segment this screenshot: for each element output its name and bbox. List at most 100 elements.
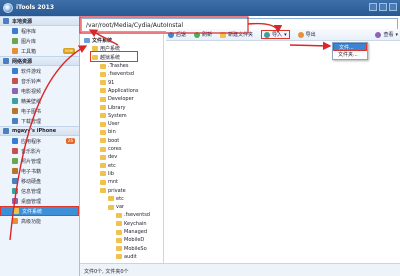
tree-folder[interactable]: MobileSo — [116, 245, 147, 253]
sidebar-item-network[interactable]: 下载管理 — [0, 116, 79, 126]
toolbar: 后退 刷新 新建文件夹 导入 ▾ 导出 查看 ▾ — [166, 29, 400, 41]
tree-folder[interactable]: .fseventsd — [116, 211, 150, 219]
device-header[interactable]: mgayy's iPhone — [0, 126, 79, 136]
network-resources-icon — [3, 58, 9, 64]
status-text: 文件0个, 文件夹0个 — [84, 269, 129, 275]
tree-folder[interactable]: .fseventsd — [100, 70, 134, 78]
sidebar-item-device[interactable]: 照片管理 — [0, 156, 79, 166]
sidebar-item-network[interactable]: 音乐铃声 — [0, 76, 79, 86]
minimize-button[interactable] — [369, 3, 377, 11]
sidebar-item-local[interactable]: 程序库 — [0, 26, 79, 36]
tree-folder[interactable]: User — [100, 120, 119, 128]
new-folder-icon — [220, 31, 227, 38]
sidebar-item-device[interactable]: 信息管理 — [0, 186, 79, 196]
tree-folder[interactable]: etc — [108, 195, 124, 203]
iphone-icon — [3, 128, 9, 134]
tree-folder[interactable]: .Trashes — [100, 62, 128, 70]
network-resources-label: 网络资源 — [12, 58, 33, 65]
tree-folder[interactable]: etc — [100, 162, 116, 170]
local-resources-label: 本地资源 — [12, 18, 33, 25]
sidebar-item-device[interactable]: 桌面管理 — [0, 196, 79, 206]
menu-import-file[interactable]: 文件... — [333, 43, 367, 51]
tree-folder[interactable]: 91 — [100, 79, 114, 87]
file-system-tree: 文件系统 用户系统 越狱系统 .Trashes .fseventsd 91 Appli… — [80, 34, 164, 264]
sidebar-item-device[interactable]: 高级功能 — [0, 216, 79, 226]
sidebar-item-network[interactable]: 电影视频 — [0, 86, 79, 96]
tree-folder[interactable]: MobileD — [116, 236, 144, 244]
tree-folder[interactable]: Keychain — [116, 220, 147, 228]
tree-folder[interactable]: Applications — [100, 87, 139, 95]
tree-root[interactable]: 文件系统 — [84, 36, 112, 44]
sidebar-item-network[interactable]: 电子图书 — [0, 106, 79, 116]
local-resources-icon — [3, 18, 9, 24]
tree-folder[interactable]: boot — [100, 137, 119, 145]
sidebar-item-label: 下载管理 — [21, 118, 42, 125]
network-resources-header[interactable]: 网络资源 — [0, 56, 79, 66]
local-icon — [12, 28, 18, 34]
tree-folder-label: .fseventsd — [108, 71, 134, 78]
folder-icon — [100, 63, 106, 69]
tree-folder[interactable]: private — [100, 187, 126, 195]
menu-import-folder[interactable]: 文件夹... — [333, 51, 367, 59]
device-icon — [12, 188, 18, 194]
tree-folder[interactable]: var — [108, 203, 124, 211]
tree-folder[interactable]: cores — [100, 145, 121, 153]
device-icon — [13, 208, 19, 214]
sidebar-item-device[interactable]: 音乐影片 — [0, 146, 79, 156]
sidebar-item-network[interactable]: 软件游戏 — [0, 66, 79, 76]
folder-icon — [100, 163, 106, 169]
view-button[interactable]: 查看 ▾ — [375, 31, 398, 38]
folder-icon — [100, 80, 106, 86]
local-resources-header[interactable]: 本地资源 — [0, 16, 79, 26]
tree-folder-label: audit — [124, 253, 137, 260]
maximize-button[interactable] — [379, 3, 387, 11]
refresh-button[interactable]: 刷新 — [194, 31, 212, 38]
folder-icon — [116, 246, 122, 252]
close-button[interactable] — [389, 3, 397, 11]
folder-icon — [116, 221, 122, 227]
tree-folder[interactable]: dev — [100, 153, 117, 161]
sidebar-item-label: 照片管理 — [21, 158, 42, 165]
sidebar-item-network[interactable]: 精美壁纸 — [0, 96, 79, 106]
sidebar-item-local[interactable]: 图片库 — [0, 36, 79, 46]
back-arrow-icon — [168, 31, 174, 38]
tree-folder-label: Developer — [108, 96, 134, 103]
tree-folder[interactable]: bin — [100, 128, 116, 136]
sidebar-item-device[interactable]: 文件系统 — [0, 206, 79, 216]
tree-folder[interactable]: Library — [100, 104, 125, 112]
export-label: 导出 — [305, 32, 316, 38]
sidebar-item-device[interactable]: 移动硬盘 — [0, 176, 79, 186]
sidebar-item-label: 桌面管理 — [21, 198, 42, 205]
file-list[interactable] — [166, 42, 400, 248]
folder-icon — [84, 37, 90, 43]
device-icon — [12, 198, 18, 204]
view-icon — [375, 31, 382, 38]
sidebar-item-device[interactable]: 电子书籍 — [0, 166, 79, 176]
refresh-label: 刷新 — [202, 32, 213, 38]
folder-icon — [100, 171, 106, 177]
sidebar-item-device[interactable]: 应用程序 26 — [0, 136, 79, 146]
sidebar-item-badge: new — [62, 48, 75, 54]
tree-folder[interactable]: System — [100, 112, 127, 120]
sidebar-item-label: 信息管理 — [21, 188, 42, 195]
tree-folder[interactable]: lib — [100, 170, 114, 178]
tree-folder-label: MobileSo — [124, 245, 147, 252]
tree-folder[interactable]: Managed — [116, 228, 147, 236]
folder-icon — [116, 237, 122, 243]
sidebar-item-label: 移动硬盘 — [21, 178, 42, 185]
app-title: iTools 2013 — [16, 4, 55, 11]
tree-folder-label: cores — [108, 146, 122, 152]
network-resources-list: 软件游戏 音乐铃声 电影视频 精美壁纸 电子图书下载管理 — [0, 66, 79, 126]
export-button[interactable]: 导出 — [297, 31, 316, 38]
tree-folder[interactable]: Developer — [100, 95, 134, 103]
sidebar-item-badge: 26 — [65, 138, 75, 144]
new-folder-button[interactable]: 新建文件夹 — [220, 31, 253, 38]
tree-folder[interactable]: audit — [116, 253, 137, 261]
local-resources-list: 程序库 图片库 工具箱 new — [0, 26, 79, 56]
folder-icon — [108, 196, 114, 202]
sidebar-item-local[interactable]: 工具箱 new — [0, 46, 79, 56]
import-button[interactable]: 导入 ▾ — [261, 30, 290, 39]
back-button[interactable]: 后退 — [168, 31, 186, 38]
tree-folder[interactable]: mnt — [100, 178, 118, 186]
import-label: 导入 — [272, 32, 283, 38]
